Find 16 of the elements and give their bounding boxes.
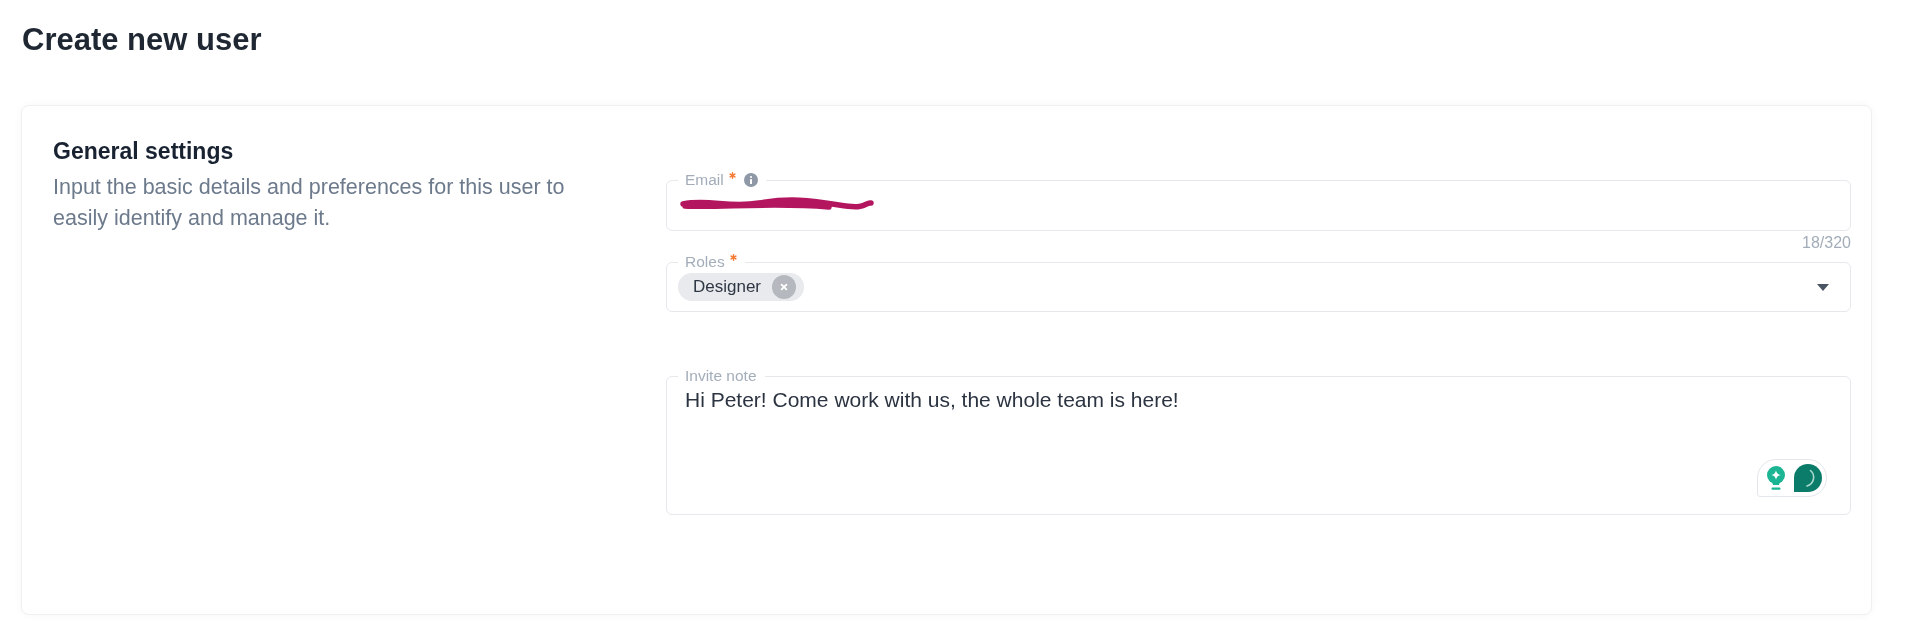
character-counter: 18/320 <box>1802 234 1851 252</box>
role-tag-label: Designer <box>693 277 762 297</box>
caret-icon[interactable] <box>1817 283 1829 291</box>
textarea-field[interactable]: Invite note Hi Peter! Come work with us, the whole team is here! <box>666 367 1851 515</box>
info-icon[interactable] <box>743 173 758 187</box>
field-label: Email <box>685 171 724 188</box>
section-description: Input the basic details and preferences for this user to easily identify and manage it. <box>53 174 566 232</box>
field-label: Invite note <box>685 367 757 384</box>
invite-note-text: Hi Peter! Come work with us, the whole team is here! <box>685 388 1179 411</box>
dropdown-field[interactable]: Roles Designer <box>666 253 1851 312</box>
section-title: General settings <box>53 137 234 165</box>
field-label: Roles <box>685 253 725 270</box>
page-title: Create new user <box>22 22 262 58</box>
lightbulb-icon[interactable] <box>1766 465 1786 491</box>
speech-bubble-icon[interactable] <box>1794 464 1822 492</box>
assistant-widget[interactable] <box>1757 459 1827 497</box>
